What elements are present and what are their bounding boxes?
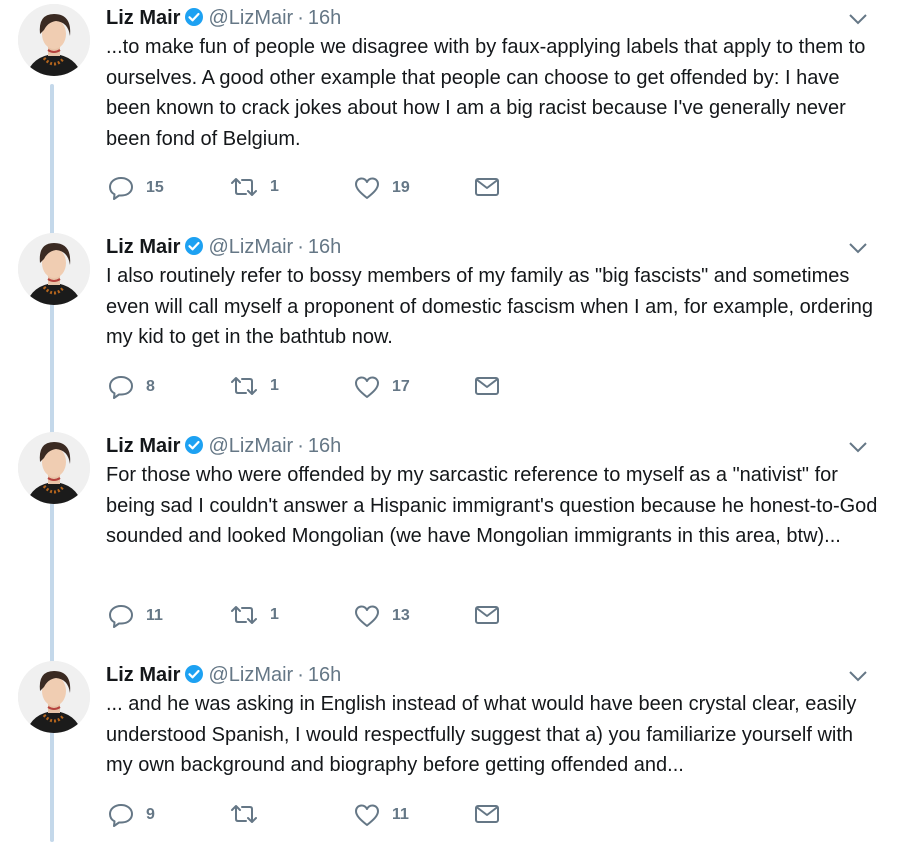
tweet-header: Liz Mair @LizMair · 16h bbox=[106, 6, 341, 33]
timestamp[interactable]: 16h bbox=[308, 7, 341, 29]
like-count: 11 bbox=[392, 806, 409, 823]
reply-button[interactable]: 9 bbox=[108, 803, 155, 827]
avatar[interactable] bbox=[18, 661, 90, 733]
author-handle[interactable]: @LizMair bbox=[208, 236, 293, 258]
author-name[interactable]: Liz Mair bbox=[106, 236, 180, 258]
verified-badge-icon bbox=[184, 236, 204, 262]
like-button[interactable]: 19 bbox=[354, 176, 410, 200]
separator-dot: · bbox=[297, 236, 304, 258]
avatar[interactable] bbox=[18, 432, 90, 504]
reply-button[interactable]: 15 bbox=[108, 176, 164, 200]
separator-dot: · bbox=[297, 7, 304, 29]
author-handle[interactable]: @LizMair bbox=[208, 435, 293, 457]
separator-dot: · bbox=[297, 664, 304, 686]
tweet-text: ... and he was asking in English instead… bbox=[106, 693, 857, 776]
author-name[interactable]: Liz Mair bbox=[106, 664, 180, 686]
tweet-text: ...to make fun of people we disagree wit… bbox=[106, 36, 866, 150]
heart-icon bbox=[354, 604, 380, 628]
tweet-text: For those who were offended by my sarcas… bbox=[106, 464, 878, 547]
envelope-icon bbox=[474, 803, 500, 825]
direct-message-button[interactable] bbox=[474, 803, 500, 825]
author-name[interactable]: Liz Mair bbox=[106, 435, 180, 457]
retweet-button[interactable]: 1 bbox=[230, 375, 279, 397]
avatar[interactable] bbox=[18, 4, 90, 76]
heart-icon bbox=[354, 375, 380, 399]
direct-message-button[interactable] bbox=[474, 604, 500, 626]
timestamp[interactable]: 16h bbox=[308, 435, 341, 457]
retweet-count: 1 bbox=[270, 377, 279, 394]
avatar[interactable] bbox=[18, 233, 90, 305]
direct-message-button[interactable] bbox=[474, 176, 500, 198]
author-name[interactable]: Liz Mair bbox=[106, 7, 180, 29]
reply-count: 9 bbox=[146, 806, 155, 823]
tweet-text: I also routinely refer to bossy members … bbox=[106, 265, 874, 348]
heart-icon bbox=[354, 176, 380, 200]
retweet-button[interactable]: 1 bbox=[230, 604, 279, 626]
retweet-button[interactable]: 1 bbox=[230, 176, 279, 198]
like-button[interactable]: 13 bbox=[354, 604, 410, 628]
tweet-actions: 9 11 bbox=[108, 803, 528, 829]
reply-count: 15 bbox=[146, 179, 164, 196]
retweet-count: 1 bbox=[270, 606, 279, 623]
reply-count: 11 bbox=[146, 607, 163, 624]
reply-icon bbox=[108, 604, 134, 628]
tweet-actions: 8 1 17 bbox=[108, 375, 528, 401]
tweet-actions: 15 1 19 bbox=[108, 176, 528, 202]
retweet-icon bbox=[230, 604, 258, 626]
verified-badge-icon bbox=[184, 435, 204, 461]
like-button[interactable]: 17 bbox=[354, 375, 410, 399]
like-count: 13 bbox=[392, 607, 410, 624]
retweet-icon bbox=[230, 803, 258, 825]
envelope-icon bbox=[474, 375, 500, 397]
tweet-header: Liz Mair @LizMair · 16h bbox=[106, 663, 341, 690]
reply-button[interactable]: 8 bbox=[108, 375, 155, 399]
direct-message-button[interactable] bbox=[474, 375, 500, 397]
chevron-down-icon[interactable] bbox=[848, 440, 868, 459]
reply-icon bbox=[108, 803, 134, 827]
reply-icon bbox=[108, 375, 134, 399]
envelope-icon bbox=[474, 604, 500, 626]
reply-count: 8 bbox=[146, 378, 155, 395]
envelope-icon bbox=[474, 176, 500, 198]
chevron-down-icon[interactable] bbox=[848, 12, 868, 31]
tweet-header: Liz Mair @LizMair · 16h bbox=[106, 235, 341, 262]
timestamp[interactable]: 16h bbox=[308, 236, 341, 258]
retweet-icon bbox=[230, 375, 258, 397]
verified-badge-icon bbox=[184, 664, 204, 690]
retweet-count: 1 bbox=[270, 178, 279, 195]
reply-button[interactable]: 11 bbox=[108, 604, 163, 628]
retweet-button[interactable] bbox=[230, 803, 270, 825]
author-handle[interactable]: @LizMair bbox=[208, 7, 293, 29]
like-count: 17 bbox=[392, 378, 410, 395]
like-count: 19 bbox=[392, 179, 410, 196]
timestamp[interactable]: 16h bbox=[308, 664, 341, 686]
like-button[interactable]: 11 bbox=[354, 803, 409, 827]
tweet-actions: 11 1 13 bbox=[108, 604, 528, 630]
author-handle[interactable]: @LizMair bbox=[208, 664, 293, 686]
retweet-icon bbox=[230, 176, 258, 198]
tweet-header: Liz Mair @LizMair · 16h bbox=[106, 434, 341, 461]
separator-dot: · bbox=[297, 435, 304, 457]
chevron-down-icon[interactable] bbox=[848, 241, 868, 260]
verified-badge-icon bbox=[184, 7, 204, 33]
chevron-down-icon[interactable] bbox=[848, 669, 868, 688]
reply-icon bbox=[108, 176, 134, 200]
heart-icon bbox=[354, 803, 380, 827]
